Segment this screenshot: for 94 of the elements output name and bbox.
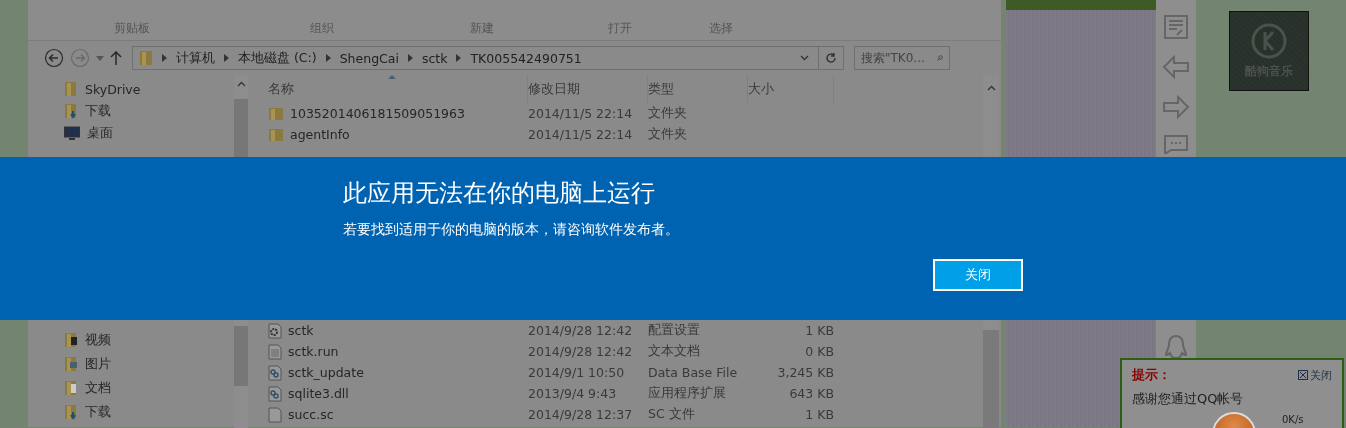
file-type: Data Base File [648, 365, 739, 380]
back-icon[interactable] [44, 48, 64, 68]
gears-file-icon [268, 385, 282, 402]
download-folder-icon [64, 103, 78, 119]
dialog-title: 此应用无法在你的电脑上运行 [343, 178, 656, 209]
text-file-icon [268, 343, 282, 360]
file-size: 1 KB [804, 407, 834, 422]
nav-item[interactable]: SkyDrive [64, 79, 234, 99]
back-arrow-icon[interactable] [1162, 54, 1190, 80]
close-link[interactable]: 关闭 [1298, 367, 1332, 383]
folder-icon [139, 50, 153, 66]
file-type: 文本文档 [648, 343, 701, 360]
gears-file-icon [268, 364, 282, 381]
file-name: sctk_update [288, 365, 364, 380]
nav-item[interactable]: 文档 [64, 378, 234, 398]
folder-icon [64, 81, 78, 97]
blank-file-icon [268, 406, 282, 423]
chevron-icon [162, 54, 167, 62]
file-size: 643 KB [788, 386, 834, 401]
breadcrumb[interactable]: TK005542490751 [470, 50, 582, 66]
file-name: agentInfo [290, 127, 350, 142]
dropdown-icon[interactable] [96, 55, 104, 61]
comment-icon[interactable] [1163, 134, 1189, 154]
file-type: 配置设置 [648, 322, 701, 339]
breadcrumb[interactable]: sctk [421, 50, 448, 66]
file-row[interactable]: sctk 2014/9/28 12:42 配置设置 1 KB [268, 320, 983, 341]
file-type: 文件夹 [648, 126, 688, 143]
sort-arrow-icon [388, 75, 396, 79]
file-date: 2014/9/28 12:37 [528, 407, 634, 422]
file-name: 1035201406181509051963 [290, 106, 465, 121]
notice-message: 感谢您通过QQ帐号 [1132, 390, 1245, 408]
video-folder-icon [64, 332, 78, 348]
file-type: SC 文件 [648, 406, 696, 423]
file-size: 0 KB [804, 344, 834, 359]
file-row[interactable]: sqlite3.dll 2013/9/4 9:43 应用程序扩展 643 KB [268, 383, 983, 404]
nav-item[interactable]: 下载 [64, 101, 234, 121]
document-folder-icon [64, 380, 78, 396]
file-date: 2014/9/28 12:42 [528, 344, 634, 359]
breadcrumb[interactable]: 计算机 [176, 49, 215, 67]
chevron-icon [456, 54, 462, 62]
search-field[interactable]: 搜索"TK0... [854, 46, 950, 70]
file-type: 应用程序扩展 [648, 385, 727, 402]
scrollbar-thumb[interactable] [983, 330, 999, 428]
breadcrumb[interactable]: 本地磁盘 (C:) [238, 49, 317, 67]
nav-item[interactable]: 图片 [64, 354, 234, 374]
file-row[interactable]: succ.sc 2014/9/28 12:37 SC 文件 1 KB [268, 404, 983, 425]
forward-icon[interactable] [70, 48, 90, 68]
dialog-message: 若要找到适用于你的电脑的版本，请咨询软件发布者。 [343, 221, 680, 239]
forward-arrow-icon[interactable] [1162, 94, 1190, 120]
monitor-icon [64, 126, 80, 140]
chevron-down-icon[interactable] [800, 55, 809, 61]
chevron-icon [407, 54, 413, 62]
column-header[interactable]: 大小 [748, 75, 834, 103]
file-date: 2014/11/5 22:14 [528, 127, 634, 142]
file-row[interactable]: sctk.run 2014/9/28 12:42 文本文档 0 KB [268, 341, 983, 362]
k-logo-icon [1251, 22, 1287, 59]
chevron-icon [224, 54, 229, 62]
breadcrumb[interactable]: ShengCai [339, 50, 399, 66]
file-date: 2013/9/4 9:43 [528, 386, 618, 401]
file-date: 2014/9/28 12:42 [528, 323, 634, 338]
nav-item[interactable]: 视频 [64, 330, 234, 350]
address-field[interactable]: 计算机 本地磁盘 (C:) ShengCai sctk TK005542490751 [132, 46, 844, 70]
close-box-icon [1298, 370, 1308, 380]
column-header[interactable]: 类型 [648, 75, 748, 103]
file-type: 文件夹 [648, 105, 688, 122]
folder-icon [268, 127, 284, 142]
notice-title: 提示： [1132, 366, 1171, 384]
column-header[interactable]: 修改日期 [528, 75, 648, 103]
file-row[interactable]: sctk_update 2014/9/1 10:50 Data Base File 3,245 KB [268, 362, 983, 383]
picture-folder-icon [64, 356, 78, 372]
file-name: sqlite3.dll [288, 386, 349, 401]
refresh-icon [825, 52, 837, 64]
note-icon[interactable] [1163, 14, 1189, 40]
scroll-up-icon[interactable] [986, 85, 996, 91]
file-date: 2014/9/1 10:50 [528, 365, 626, 380]
file-name: sctk.run [288, 344, 339, 359]
network-speed: 0K/s [1282, 414, 1304, 425]
folder-icon [268, 106, 284, 121]
file-row[interactable]: 1035201406181509051963 2014/11/5 22:14 文件夹 [268, 103, 983, 124]
file-name: succ.sc [288, 407, 334, 422]
close-button[interactable]: 关闭 [933, 259, 1023, 291]
file-row[interactable]: agentInfo 2014/11/5 22:14 文件夹 [268, 124, 983, 145]
scroll-up-icon[interactable] [236, 81, 246, 87]
file-name: sctk [288, 323, 314, 338]
download-folder-icon [64, 404, 78, 420]
file-date: 2014/11/5 22:14 [528, 106, 634, 121]
nav-item[interactable]: 桌面 [64, 123, 234, 143]
file-size: 1 KB [804, 323, 834, 338]
up-icon[interactable] [110, 51, 122, 65]
scrollbar-thumb[interactable] [234, 99, 248, 157]
file-size: 3,245 KB [776, 365, 834, 380]
chevron-icon [325, 54, 331, 62]
gear-file-icon [268, 322, 282, 339]
nav-item[interactable]: 下载 [64, 402, 234, 422]
